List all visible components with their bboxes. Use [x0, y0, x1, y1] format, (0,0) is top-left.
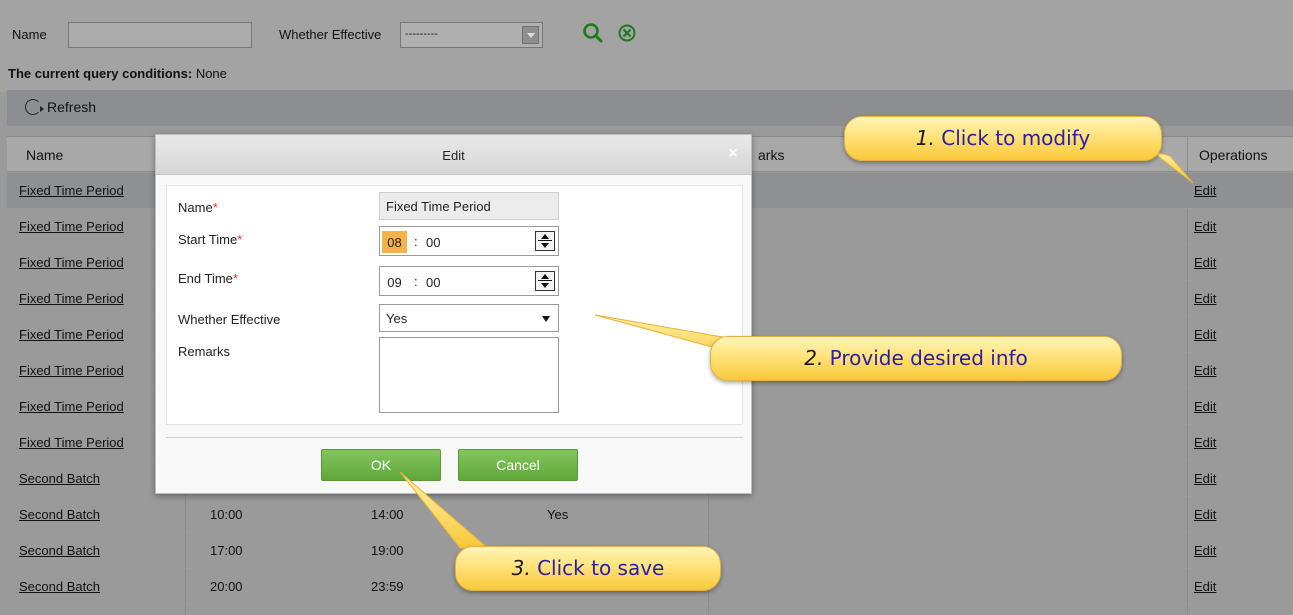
- callout-provide-info: 2. Provide desired info: [710, 336, 1122, 381]
- callout-click-to-modify: 1. Click to modify: [844, 116, 1162, 161]
- callout-two-text: Provide desired info: [829, 346, 1028, 370]
- callout-two-number: 2.: [804, 346, 824, 370]
- callout-pointers: [399, 149, 1194, 551]
- callout-click-to-save: 3. Click to save: [455, 546, 721, 591]
- callout-three-text: Click to save: [537, 556, 665, 580]
- callout-three-pointer: [399, 471, 492, 551]
- callout-one-text: Click to modify: [941, 126, 1091, 150]
- callout-three-number: 3.: [511, 556, 531, 580]
- callout-one-number: 1.: [915, 126, 935, 150]
